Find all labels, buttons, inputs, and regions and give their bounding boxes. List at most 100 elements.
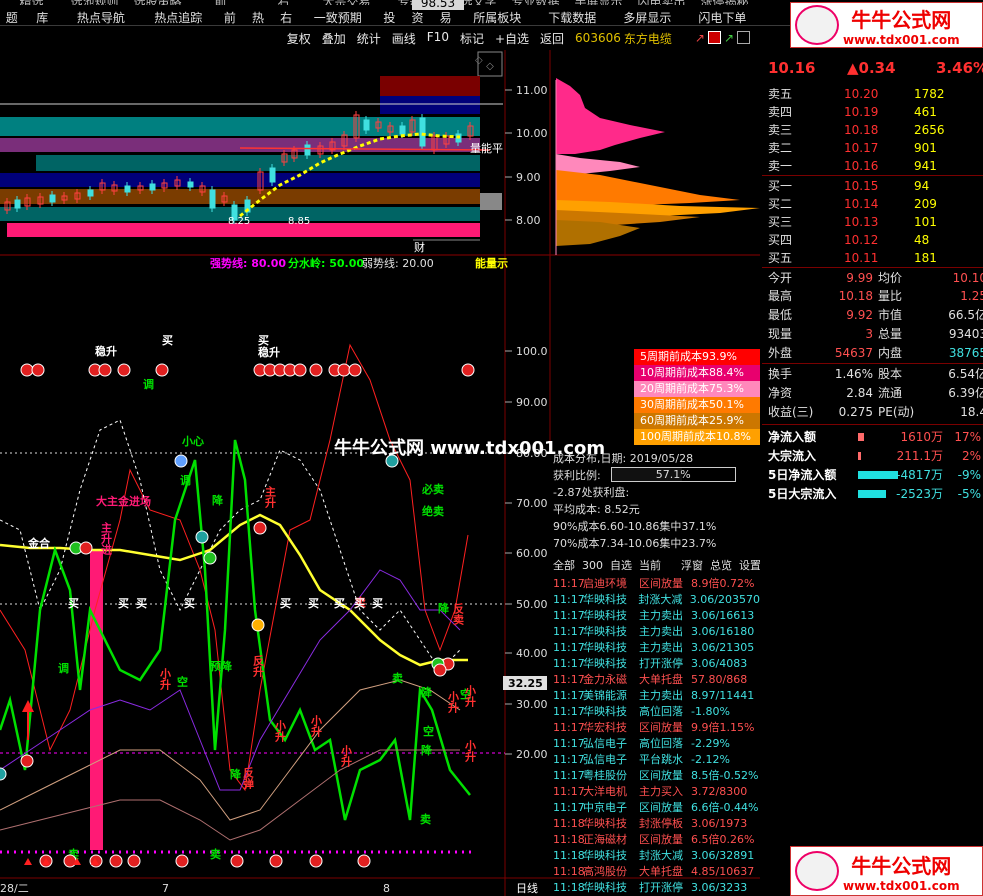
orderbook-row[interactable]: 卖五 10.20 1782: [762, 85, 983, 103]
orderbook-row[interactable]: 买二 10.14 209: [762, 195, 983, 213]
menu-item[interactable]: 下载数据: [535, 9, 610, 25]
news-item[interactable]: 11:18 正海磁材 区间放量 6.5倍0.26%: [553, 832, 760, 848]
menu-item[interactable]: 闪电下单: [685, 9, 760, 25]
news-item[interactable]: 11:17 粤桂股份 区间放量 8.5倍-0.52%: [553, 768, 760, 784]
orderbook-row[interactable]: 买五 10.11 181: [762, 249, 983, 267]
stat-row: 今开 9.99 均价 10.10: [762, 269, 983, 287]
menu-item[interactable]: 资: [403, 9, 431, 25]
toolbar-item[interactable]: 统计: [357, 30, 381, 47]
menu-item[interactable]: 右: [272, 9, 300, 25]
check-arrow-icon[interactable]: ↗: [724, 31, 734, 45]
menu-item[interactable]: 所属板块: [460, 9, 535, 25]
news-item[interactable]: 11:17 弘信电子 高位回落 -2.29%: [553, 736, 760, 752]
toolbar-item[interactable]: 叠加: [322, 30, 346, 47]
stat-value: 93403: [948, 327, 983, 341]
orderbook-row[interactable]: 买一 10.15 94: [762, 177, 983, 195]
menu-item[interactable]: 题: [0, 9, 23, 25]
menu-item[interactable]: 前: [216, 9, 244, 25]
news-time: 11:17: [553, 609, 585, 622]
orderbook-row[interactable]: 卖一 10.16 941: [762, 157, 983, 175]
menu-item-top[interactable]: 专业数据: [504, 0, 567, 5]
menu-item-top[interactable]: 大宗交易: [315, 0, 378, 5]
menu-item-top[interactable]: 选股策略: [126, 0, 189, 5]
news-item[interactable]: 11:17 华映科技 主力卖出 3.06/21305: [553, 640, 760, 656]
news-item[interactable]: 11:18 华映科技 封涨停板 3.06/1973: [553, 816, 760, 832]
flag-icon[interactable]: [707, 31, 721, 44]
menu-item-top[interactable]: 精选: [0, 0, 63, 5]
menu-item[interactable]: 热点追踪: [141, 9, 216, 25]
diamond-icon[interactable]: ◇: [486, 61, 494, 72]
news-tab[interactable]: 总览: [710, 556, 732, 576]
orderbook-row[interactable]: 买三 10.13 101: [762, 213, 983, 231]
news-stock: 中京电子: [583, 801, 627, 814]
window-icon[interactable]: [737, 31, 750, 44]
label-fanmai: 反卖: [452, 602, 465, 626]
news-item[interactable]: 11:17 金力永磁 大单托盘 57.80/868: [553, 672, 760, 688]
menu-item[interactable]: 多屏显示: [610, 9, 685, 25]
menu-item[interactable]: 易: [432, 9, 460, 25]
news-item[interactable]: 11:17 华映科技 主力卖出 3.06/16180: [553, 624, 760, 640]
news-tab[interactable]: 浮窗: [681, 556, 703, 576]
news-tab[interactable]: 设置: [739, 556, 760, 576]
stock-name[interactable]: 东方电缆: [624, 30, 672, 47]
signal-dot: [31, 363, 45, 377]
news-event: 主力卖出: [639, 641, 683, 654]
menu-item-top[interactable]: 半屏显示: [567, 0, 630, 5]
toolbar-item[interactable]: 标记: [460, 30, 484, 47]
menu-item[interactable]: 一致预期: [300, 9, 375, 25]
label-xiaosheng-4: 小升: [340, 744, 354, 768]
news-item[interactable]: 11:18 华映科技 打开涨停 3.06/3233: [553, 880, 760, 896]
arrow-up-icon[interactable]: ↗: [695, 31, 705, 45]
menu-item-top[interactable]: 右: [252, 0, 315, 5]
toolbar-item[interactable]: 返回: [540, 30, 564, 47]
news-value: -1.80%: [691, 705, 730, 718]
orderbook-row[interactable]: 买四 10.12 48: [762, 231, 983, 249]
news-item[interactable]: 11:17 启迪环境 区间放量 8.9倍0.72%: [553, 576, 760, 592]
news-item[interactable]: 11:18 华映科技 封涨大减 3.06/32891: [553, 848, 760, 864]
news-item[interactable]: 11:18 高鸿股份 大单托盘 4.85/10637: [553, 864, 760, 880]
news-tab[interactable]: 300: [582, 556, 603, 576]
news-item[interactable]: 11:17 华映科技 主力卖出 3.06/16613: [553, 608, 760, 624]
energy-label: 能量示: [475, 256, 508, 270]
news-item[interactable]: 11:17 华映科技 打开涨停 3.06/4083: [553, 656, 760, 672]
orderbook-row[interactable]: 卖三 10.18 2656: [762, 121, 983, 139]
quote-header: 10.16 ▲0.34 3.46%: [762, 58, 983, 78]
news-value: 4.85/10637: [691, 865, 755, 878]
toolbar-icons[interactable]: ↗ ↗: [695, 31, 750, 45]
news-item[interactable]: 11:17 大洋电机 主力买入 3.72/8300: [553, 784, 760, 800]
cai-label: 财: [414, 240, 425, 254]
toolbar-item[interactable]: 复权: [287, 30, 311, 47]
news-item[interactable]: 11:17 美锦能源 主力卖出 8.97/11441: [553, 688, 760, 704]
buy-signal: 买: [280, 597, 291, 610]
news-tab[interactable]: 当前: [639, 556, 661, 576]
news-tab[interactable]: 自选: [610, 556, 632, 576]
news-item[interactable]: 11:17 弘信电子 平台跳水 -2.12%: [553, 752, 760, 768]
news-tab[interactable]: 全部: [553, 556, 575, 576]
menu-item-top[interactable]: 涨停揭秘: [693, 0, 756, 5]
toolbar-item[interactable]: +自选: [495, 30, 529, 47]
period-label[interactable]: 日线: [516, 881, 538, 895]
news-item[interactable]: 11:17 华宏科技 区间放量 9.9倍1.15%: [553, 720, 760, 736]
news-event: 主力买入: [639, 785, 683, 798]
toolbar-item[interactable]: F10: [427, 30, 449, 47]
news-item[interactable]: 11:17 中京电子 区间放量 6.6倍-0.44%: [553, 800, 760, 816]
toolbar-item[interactable]: 画线: [392, 30, 416, 47]
news-time: 11:17: [553, 785, 585, 798]
logo-name: 牛牛公式网: [851, 853, 952, 878]
menu-item-top[interactable]: 选池规则: [63, 0, 126, 5]
menu-item-top[interactable]: 前: [189, 0, 252, 5]
stats-divider: [762, 424, 983, 425]
band-brown: [0, 189, 480, 204]
news-item[interactable]: 11:17 华映科技 高位回落 -1.80%: [553, 704, 760, 720]
news-value: 3.72/8300: [691, 785, 748, 798]
orderbook-row[interactable]: 卖二 10.17 901: [762, 139, 983, 157]
menu-item[interactable]: 热点导航: [61, 9, 141, 25]
news-item[interactable]: 11:17 华映科技 封涨大减 3.06/203570: [553, 592, 760, 608]
menu-item[interactable]: 投: [375, 9, 403, 25]
orderbook-row[interactable]: 卖四 10.19 461: [762, 103, 983, 121]
menu-item[interactable]: 库: [23, 9, 61, 25]
stock-code[interactable]: 603606: [575, 31, 621, 45]
menu-item-top[interactable]: 闪电卖出: [630, 0, 693, 5]
cost-70: 70%成本7.34-10.06集中23.7%: [553, 537, 717, 550]
menu-item[interactable]: 热: [244, 9, 272, 25]
